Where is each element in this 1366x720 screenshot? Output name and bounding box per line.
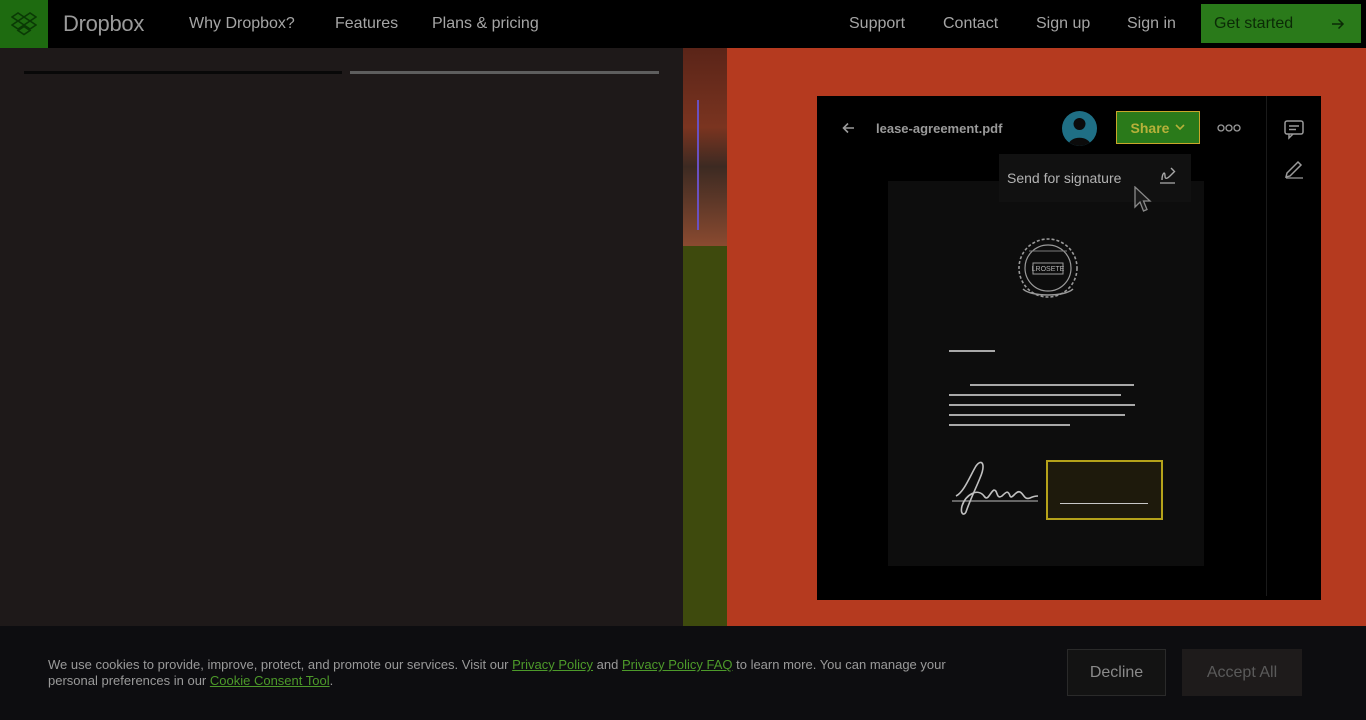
arrow-right-icon	[1332, 18, 1345, 29]
mouse-cursor-icon	[1134, 186, 1152, 212]
cookie-consent-tool-link[interactable]: Cookie Consent Tool	[210, 673, 330, 688]
hero-left-panel	[0, 48, 683, 626]
carousel-progress-1[interactable]	[24, 71, 342, 74]
cookie-text-part: .	[329, 673, 334, 688]
accept-all-button[interactable]: Accept All	[1182, 649, 1302, 696]
back-arrow-icon[interactable]	[840, 119, 858, 137]
nav-sign-in[interactable]: Sign in	[1127, 15, 1176, 33]
signature-field-line	[1060, 503, 1148, 504]
share-button[interactable]: Share	[1116, 111, 1200, 144]
signature-field[interactable]	[1046, 460, 1163, 520]
more-options-icon[interactable]	[1216, 122, 1242, 134]
carousel-progress-2[interactable]	[350, 71, 659, 74]
nav-features[interactable]: Features	[335, 15, 398, 33]
doc-text-line	[949, 394, 1121, 396]
notary-seal-icon: LROSETE	[1018, 238, 1078, 298]
doc-text-line	[949, 414, 1125, 416]
nav-contact[interactable]: Contact	[943, 15, 998, 33]
comment-icon[interactable]	[1283, 118, 1305, 140]
nav-plans-pricing[interactable]: Plans & pricing	[432, 15, 539, 33]
doc-text-line	[970, 384, 1134, 386]
pencil-icon[interactable]	[1283, 157, 1305, 179]
decline-button[interactable]: Decline	[1067, 649, 1166, 696]
get-started-button[interactable]: Get started	[1201, 4, 1361, 43]
doc-text-line	[949, 350, 995, 352]
dropbox-logo[interactable]	[0, 0, 48, 48]
get-started-label: Get started	[1214, 14, 1294, 32]
user-avatar[interactable]	[1062, 111, 1097, 146]
cookie-text-part: We use cookies to provide, improve, prot…	[48, 657, 513, 672]
strip-photo	[683, 48, 727, 246]
signature-pen-icon	[1160, 167, 1176, 184]
file-name: lease-agreement.pdf	[876, 121, 1003, 136]
doc-text-line	[949, 424, 1070, 426]
strip-accent-line	[697, 100, 699, 230]
privacy-faq-link[interactable]: Privacy Policy FAQ	[622, 657, 733, 672]
cookie-text-part: and	[593, 657, 622, 672]
doc-text-line	[949, 404, 1135, 406]
hero-image-strip	[683, 48, 727, 626]
send-for-signature-item[interactable]: Send for signature	[1007, 170, 1121, 186]
top-navigation: Dropbox Why Dropbox? Features Plans & pr…	[0, 0, 1366, 48]
viewer-divider	[1266, 96, 1267, 596]
seal-text: LROSETE	[1032, 266, 1065, 273]
nav-why-dropbox[interactable]: Why Dropbox?	[189, 15, 295, 33]
nav-support[interactable]: Support	[849, 15, 905, 33]
handwritten-signature	[952, 461, 1039, 515]
dropbox-logo-icon	[11, 12, 37, 36]
avatar-person-icon	[1068, 118, 1091, 146]
privacy-policy-link[interactable]: Privacy Policy	[512, 657, 593, 672]
brand-wordmark[interactable]: Dropbox	[63, 11, 144, 37]
cookie-message: We use cookies to provide, improve, prot…	[48, 657, 998, 689]
chevron-down-icon	[1175, 124, 1186, 131]
nav-sign-up[interactable]: Sign up	[1036, 15, 1090, 33]
share-label: Share	[1130, 119, 1170, 136]
